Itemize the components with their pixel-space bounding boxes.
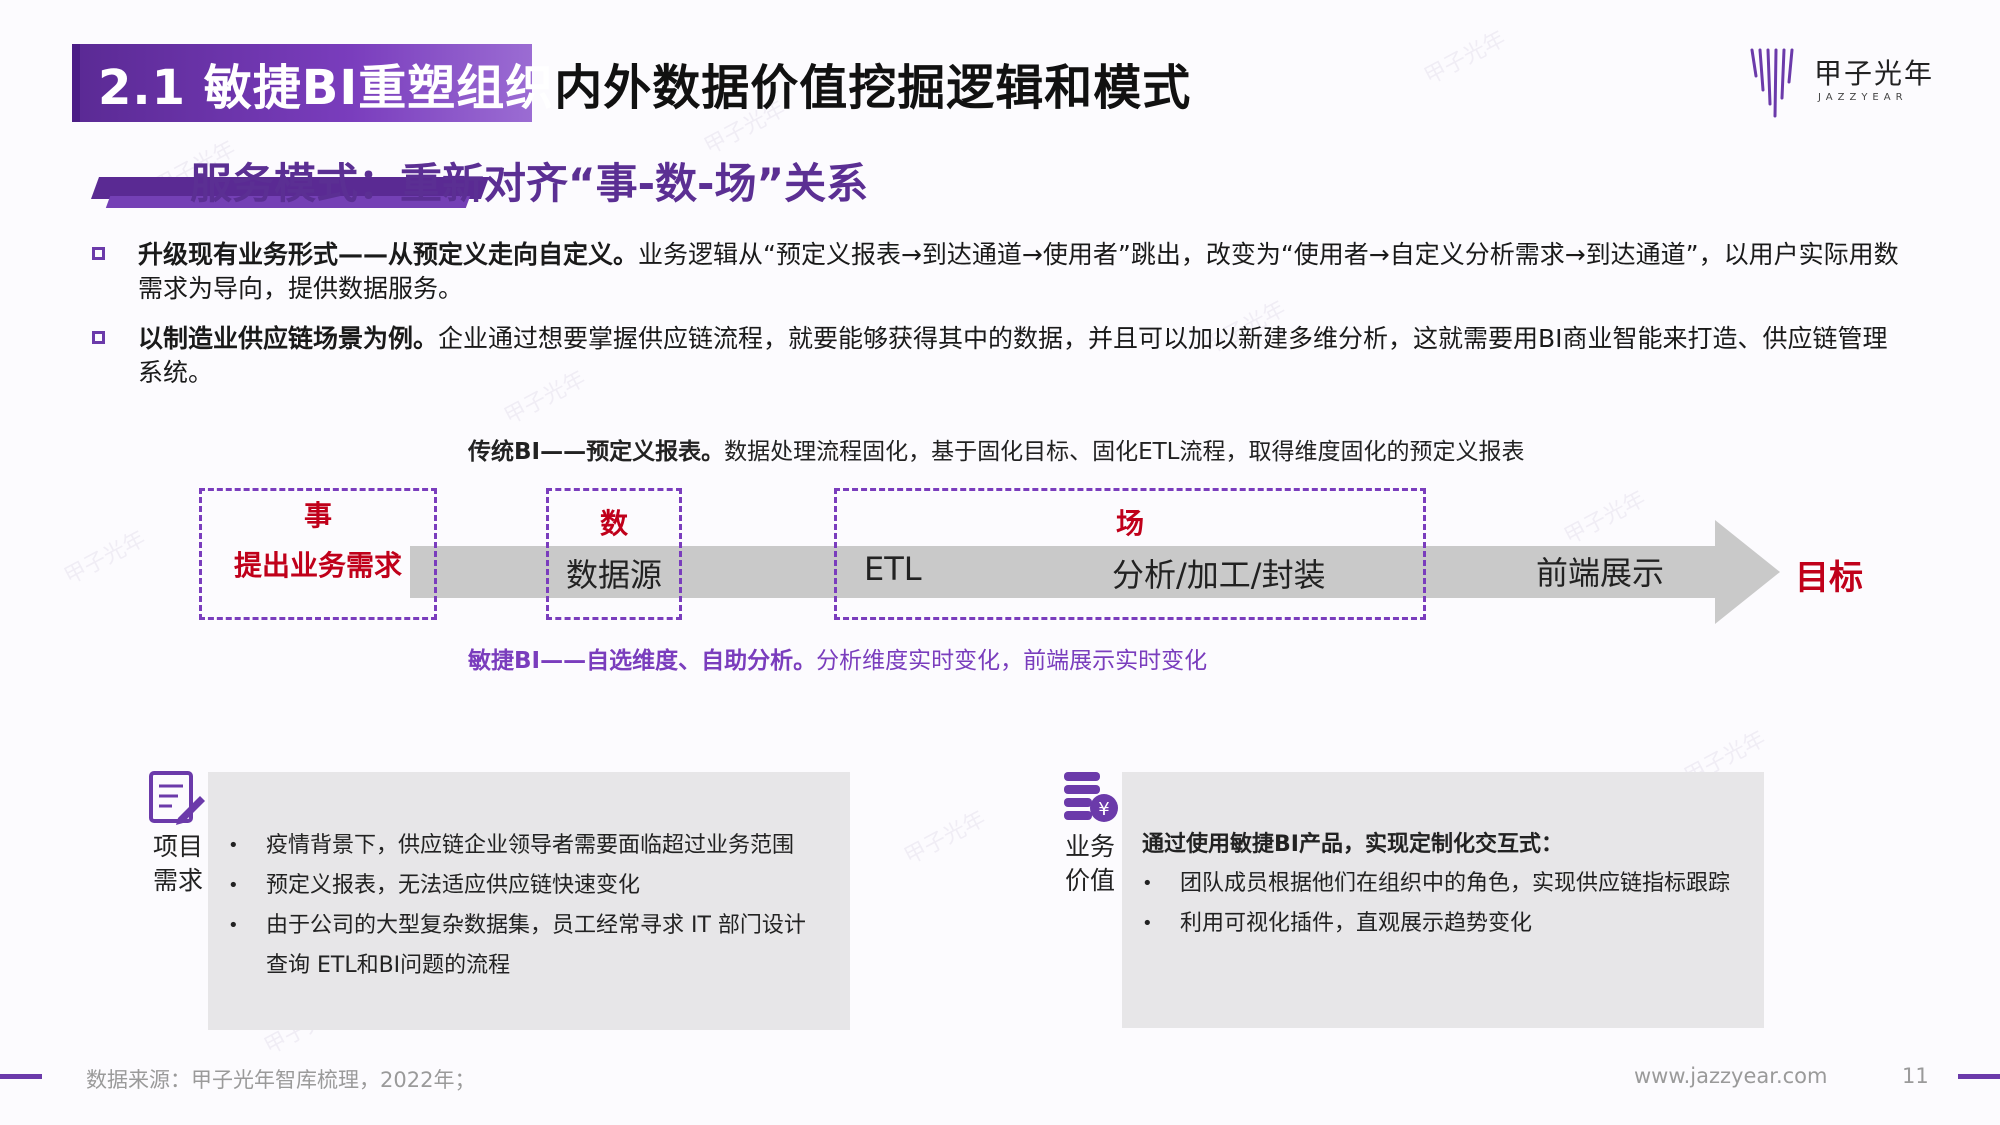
- bullet-dot: •: [228, 835, 239, 856]
- list-item: • 由于公司的大型复杂数据集，员工经常寻求 IT 部门设计查询 ETL和BI问题的…: [228, 906, 826, 986]
- logo-text-en: JAZZYEAR: [1818, 92, 1908, 103]
- watermark: 甲子光年: [60, 526, 150, 590]
- list-item: • 团队成员根据他们在组织中的角色，实现供应链指标跟踪: [1142, 864, 1750, 904]
- label-line: 需求: [152, 866, 203, 895]
- section-subtitle: 服务模式：重新对齐“事-数-场”关系: [190, 159, 869, 208]
- footer-accent-bar: [1958, 1074, 2000, 1079]
- agile-bi-caption: 敏捷BI——自选维度、自助分析。分析维度实时变化，前端展示实时变化: [468, 641, 1207, 675]
- analysis-label: 分析/加工/封装: [1112, 556, 1326, 594]
- page-number: 11: [1902, 1064, 1929, 1088]
- document-edit-icon: [149, 771, 205, 825]
- label-line: 业务: [1064, 832, 1115, 861]
- list-item-text: 预定义报表，无法适应供应链快速变化: [266, 873, 641, 898]
- square-bullet-icon: [92, 247, 105, 260]
- bullet-dot: •: [1142, 913, 1153, 934]
- shi-business-requirement: 提出业务需求: [233, 549, 402, 582]
- website-link[interactable]: www.jazzyear.com: [1634, 1064, 1827, 1088]
- bullet-dot: •: [228, 875, 239, 896]
- bullet-dot: •: [228, 915, 239, 936]
- list-item-text: 利用可视化插件，直观展示趋势变化: [1180, 911, 1533, 936]
- jazzyear-logo-icon: [1750, 48, 1794, 118]
- list-item: • 疫情背景下，供应链企业领导者需要面临超过业务范围: [228, 826, 826, 866]
- shi-heading: 事: [303, 499, 332, 532]
- list-item: • 利用可视化插件，直观展示趋势变化: [1142, 904, 1750, 944]
- list-item-text: 疫情背景下，供应链企业领导者需要面临超过业务范围: [266, 833, 795, 858]
- footer-accent-bar: [0, 1074, 42, 1079]
- agile-bi-text: 分析维度实时变化，前端展示实时变化: [816, 648, 1208, 674]
- bullet-heading: 以制造业供应链场景为例。: [138, 324, 439, 353]
- page-title: 2.1 敏捷BI重塑组织内外数据价值挖掘逻辑和模式: [98, 48, 1191, 118]
- business-value-label: 业务 价值: [1052, 830, 1128, 898]
- traditional-bi-heading: 传统BI——预定义报表。: [468, 439, 725, 465]
- logo-text-cn: 甲子光年: [1814, 57, 1935, 90]
- traditional-bi-caption: 传统BI——预定义报表。数据处理流程固化，基于固化目标、固化ETL流程，取得维度…: [468, 432, 1525, 466]
- business-value-heading: 通过使用敏捷BI产品，实现定制化交互式：: [1142, 832, 1563, 857]
- list-item-text: 团队成员根据他们在组织中的角色，实现供应链指标跟踪: [1180, 871, 1731, 896]
- bullet-item: 升级现有业务形式——从预定义走向自定义。业务逻辑从“预定义报表→到达通道→使用者…: [92, 238, 1912, 306]
- project-requirement-panel: • 疫情背景下，供应链企业领导者需要面临超过业务范围 • 预定义报表，无法适应供应链…: [208, 772, 850, 1030]
- watermark: 甲子光年: [900, 806, 990, 870]
- money-stack-icon: ¥: [1064, 772, 1118, 822]
- chang-heading: 场: [1115, 507, 1144, 540]
- bullet-item: 以制造业供应链场景为例。企业通过想要掌握供应链流程，就要能够获得其中的数据，并且…: [92, 322, 1912, 390]
- etl-label: ETL: [864, 550, 922, 588]
- brand-logo: 甲子光年 JAZZYEAR: [1748, 44, 1938, 124]
- label-line: 价值: [1064, 866, 1115, 895]
- frontend-display-label: 前端展示: [1536, 554, 1665, 592]
- list-item: • 预定义报表，无法适应供应链快速变化: [228, 866, 826, 906]
- page-title-part2: 内外数据价值挖掘逻辑和模式: [554, 60, 1192, 116]
- square-bullet-icon: [92, 331, 105, 344]
- watermark: 甲子光年: [1420, 26, 1510, 90]
- traditional-bi-text: 数据处理流程固化，基于固化目标、固化ETL流程，取得维度固化的预定义报表: [724, 439, 1525, 465]
- data-source-label: 数据源: [565, 556, 662, 594]
- label-line: 项目: [152, 832, 203, 861]
- shu-heading: 数: [599, 507, 628, 540]
- business-value-panel: 通过使用敏捷BI产品，实现定制化交互式： • 团队成员根据他们在组织中的角色，实现…: [1122, 772, 1764, 1028]
- list-item-text: 由于公司的大型复杂数据集，员工经常寻求 IT 部门设计查询 ETL和BI问题的流…: [266, 913, 806, 978]
- goal-label: 目标: [1795, 558, 1863, 598]
- agile-bi-heading: 敏捷BI——自选维度、自助分析。: [468, 648, 817, 674]
- page-title-part1: 2.1 敏捷BI重塑组织: [98, 60, 555, 116]
- bullet-dot: •: [1142, 873, 1153, 894]
- data-source-note: 数据来源：甲子光年智库梳理，2022年；: [86, 1068, 476, 1092]
- project-requirement-label: 项目 需求: [140, 830, 216, 898]
- svg-text:¥: ¥: [1098, 799, 1109, 820]
- bullet-heading: 升级现有业务形式——从预定义走向自定义。: [138, 240, 639, 269]
